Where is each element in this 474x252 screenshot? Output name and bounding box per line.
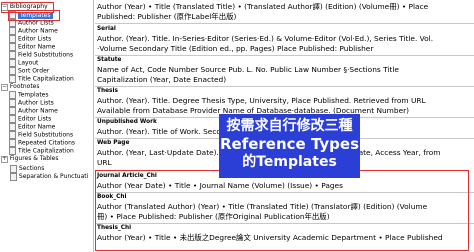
tree-label: Layout <box>18 59 39 67</box>
reference-type-thesis: Thesis <box>97 88 118 94</box>
template-line: URL <box>97 158 112 167</box>
page-icon <box>9 59 16 67</box>
tree-label: Field Substitutions <box>18 51 74 59</box>
tree-item-fn-field-substitutions[interactable]: Field Substitutions <box>9 131 73 139</box>
tree-label: Editor Name <box>18 43 56 51</box>
tree-label: Author Lists <box>18 99 54 107</box>
tree-item-sort-order[interactable]: Sort Order <box>9 67 49 75</box>
page-icon <box>9 91 16 99</box>
tree-item-author-name[interactable]: Author Name <box>9 27 58 35</box>
tree-label: Separation & Punctuati <box>18 173 89 180</box>
tree-item-separation[interactable]: Separation & Punctuati <box>1 171 89 181</box>
template-line: Capitalization (Year, Date Enacted) <box>97 75 227 84</box>
page-icon <box>9 35 16 43</box>
page-icon <box>9 27 16 35</box>
page-icon <box>9 107 16 115</box>
tree-item-fn-templates[interactable]: Templates <box>9 91 49 99</box>
tree-label: Figures & Tables <box>9 155 59 162</box>
tree-item-sections[interactable]: Sections <box>1 163 44 173</box>
tree-label: Field Substitutions <box>18 131 74 139</box>
annotation-line: Reference Types <box>219 135 360 153</box>
page-icon <box>9 172 17 181</box>
reference-type-statute: Statute <box>97 57 122 63</box>
page-icon <box>9 43 16 51</box>
template-line: Author. (Year). Title. Degree Thesis Typ… <box>97 96 426 105</box>
template-line: Name of Act, Code Number Source Pub. L. … <box>97 65 399 74</box>
tree-item-fn-title-capitalization[interactable]: Title Capitalization <box>9 147 74 155</box>
reference-type-web-page: Web Page <box>97 140 130 146</box>
page-icon <box>9 75 16 83</box>
annotation-line: 的Templates <box>242 154 337 170</box>
tree-label: Templates <box>18 91 49 99</box>
page-icon <box>9 139 16 147</box>
tree-label: Title Capitalization <box>18 147 74 155</box>
tree-item-figures-tables[interactable]: + Figures & Tables <box>1 155 59 163</box>
templates-highlight-box <box>8 10 60 21</box>
page-icon <box>9 123 16 131</box>
expand-icon[interactable]: + <box>1 156 8 163</box>
tree-label: Footnotes <box>9 83 40 90</box>
page-icon <box>9 147 16 155</box>
template-line: ·Volume Secondary Title (Edition ed., pp… <box>97 44 374 53</box>
tree-item-field-substitutions[interactable]: Field Substitutions <box>9 51 73 59</box>
page-icon <box>9 131 16 139</box>
tree-item-fn-author-name[interactable]: Author Name <box>9 107 58 115</box>
tree-label: Sort Order <box>18 67 50 75</box>
tree-label: Editor Name <box>18 123 56 131</box>
tree-item-fn-editor-lists[interactable]: Editor Lists <box>9 115 51 123</box>
collapse-icon[interactable]: − <box>1 84 8 91</box>
chinese-templates-highlight-box <box>95 170 469 251</box>
page-icon <box>9 51 16 59</box>
tree-item-fn-editor-name[interactable]: Editor Name <box>9 123 55 131</box>
style-tree-panel: − Bibliography Templates Author Lists Au… <box>0 0 94 252</box>
tree-label: Editor Lists <box>18 35 52 43</box>
tree-label: Title Capitalization <box>18 75 74 83</box>
annotation-callout: 按需求自行修改三種 Reference Types 的Templates <box>219 114 360 178</box>
tree-label: Author Name <box>18 107 58 115</box>
page-icon <box>9 99 16 107</box>
template-line: Author (Year) • Title (Translated Title)… <box>97 2 429 11</box>
annotation-line: 按需求自行修改三種 <box>226 118 353 134</box>
reference-type-serial: Serial <box>97 26 116 32</box>
template-line: Author. (Year). Title. In-Series·Editor … <box>97 34 434 43</box>
tree-label: Repeated Citations <box>18 139 76 147</box>
tree-item-title-capitalization[interactable]: Title Capitalization <box>9 75 74 83</box>
tree-item-editor-name[interactable]: Editor Name <box>9 43 55 51</box>
tree-item-fn-author-lists[interactable]: Author Lists <box>9 99 54 107</box>
tree-item-footnotes[interactable]: − Footnotes <box>1 83 40 91</box>
tree-item-editor-lists[interactable]: Editor Lists <box>9 35 51 43</box>
tree-item-layout[interactable]: Layout <box>9 59 38 67</box>
tree-label: Editor Lists <box>18 115 52 123</box>
tree-item-fn-repeated-citations[interactable]: Repeated Citations <box>9 139 75 147</box>
reference-type-unpublished-work: Unpublished Work <box>97 119 157 125</box>
template-line: Published: Publisher (原作Label年出版) <box>97 12 237 21</box>
page-icon <box>9 115 16 123</box>
page-icon <box>9 67 16 75</box>
tree-label: Author Name <box>18 27 58 35</box>
